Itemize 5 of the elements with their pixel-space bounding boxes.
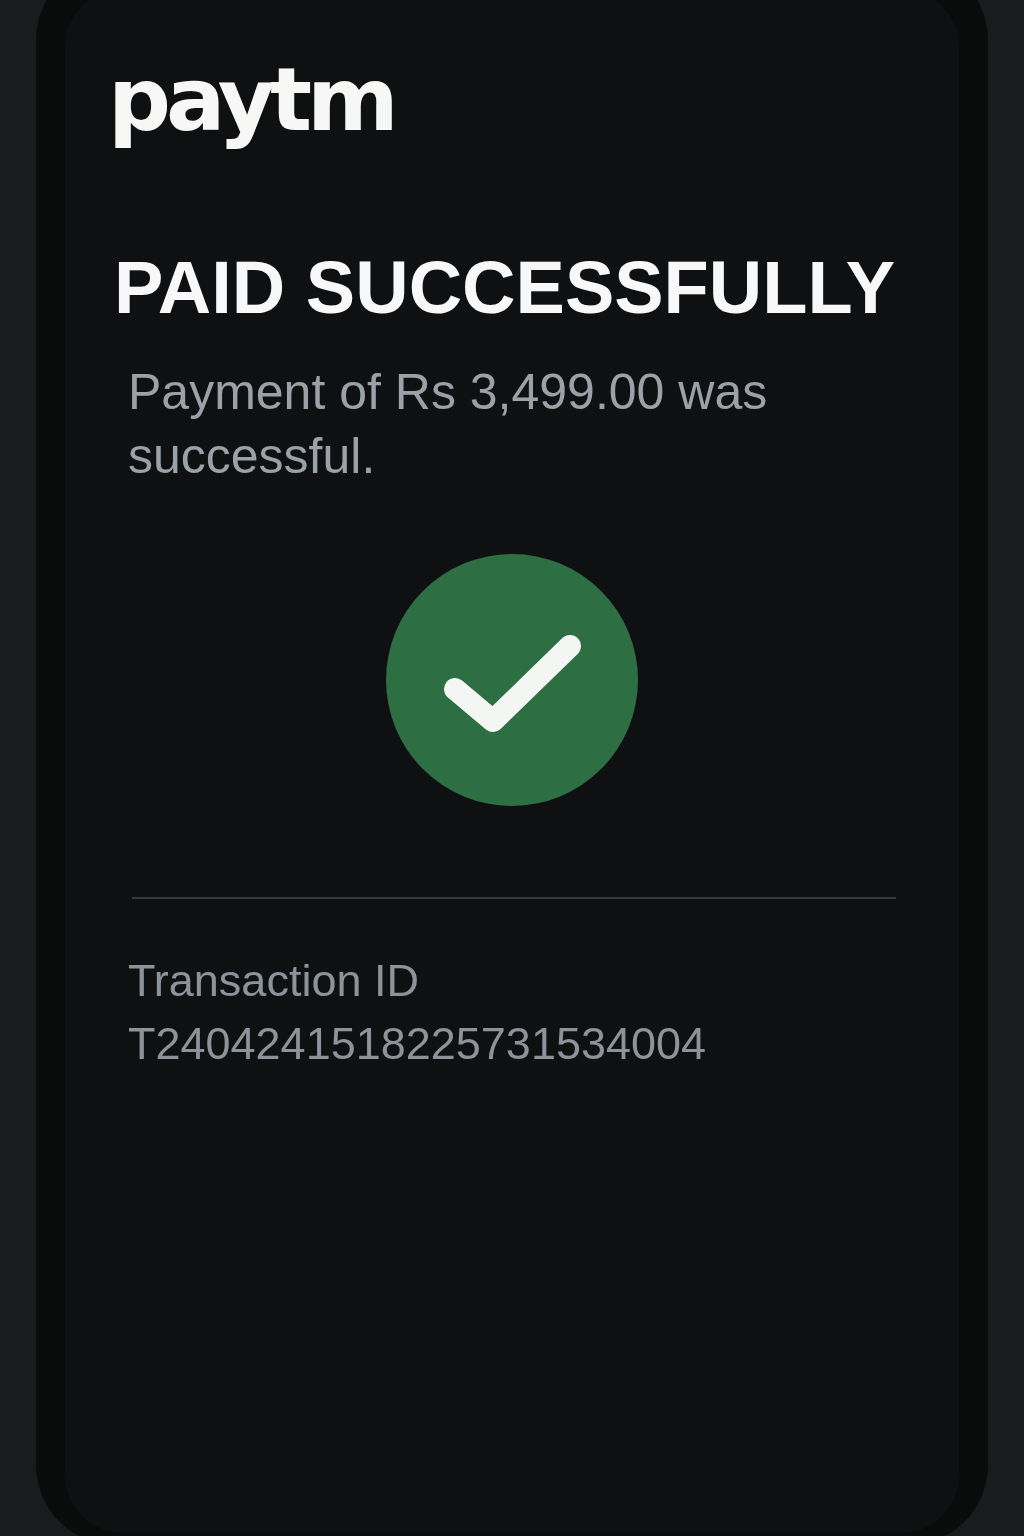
transaction-id: T2404241518225731534004: [128, 1016, 707, 1071]
transaction-label: Transaction ID: [128, 953, 419, 1008]
logo-wordmark: paytm: [108, 47, 395, 153]
status-message: Payment of Rs 3,499.00 was successful.: [128, 362, 769, 486]
status-title: PAID SUCCESSFULLY: [114, 249, 896, 327]
